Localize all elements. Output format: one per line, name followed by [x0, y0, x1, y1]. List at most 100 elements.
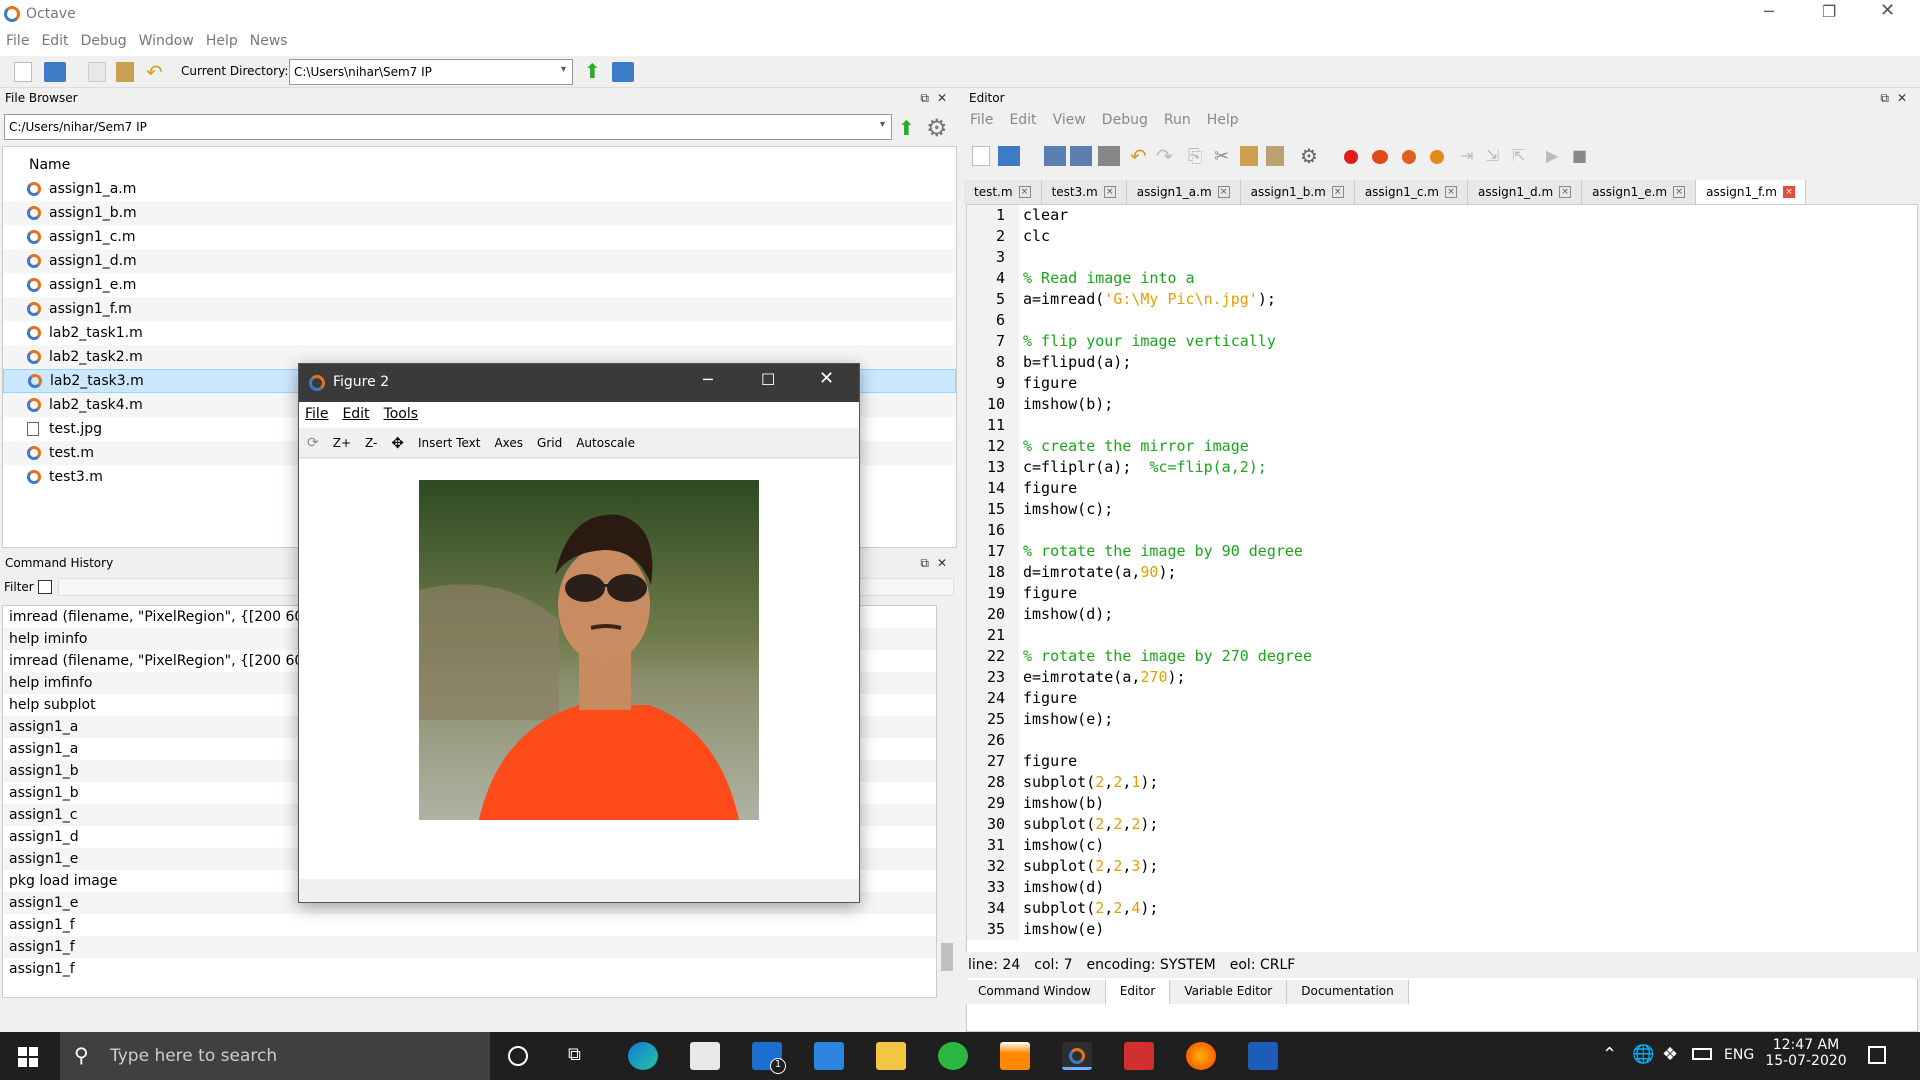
zoom-out-button[interactable]: Z-: [365, 436, 377, 450]
photos-icon[interactable]: [814, 1042, 844, 1070]
firefox-icon[interactable]: [1186, 1042, 1216, 1070]
tab-close-icon[interactable]: ×: [1018, 186, 1031, 198]
parent-dir-icon[interactable]: ⬆: [584, 61, 601, 81]
filter-checkbox[interactable]: [38, 580, 52, 594]
pane-controls[interactable]: ⧉✕: [920, 91, 955, 107]
battery-icon[interactable]: [1692, 1048, 1712, 1060]
grid-button[interactable]: Grid: [537, 436, 562, 450]
clear-breakpoints-icon[interactable]: [1430, 150, 1444, 164]
name-column-header[interactable]: Name: [3, 147, 956, 177]
dock-tab[interactable]: Editor: [1105, 980, 1171, 1004]
editor-menu-item[interactable]: File: [970, 112, 993, 128]
dropbox-icon[interactable]: ❖: [1662, 1044, 1678, 1065]
vlc-icon[interactable]: [1000, 1042, 1030, 1070]
figure-menu-item[interactable]: File: [305, 406, 328, 422]
dock-tab[interactable]: Command Window: [964, 980, 1106, 1004]
minimize-icon[interactable]: ─: [703, 370, 713, 389]
notifications-icon[interactable]: [1868, 1046, 1886, 1064]
insert-text-button[interactable]: Insert Text: [418, 436, 481, 450]
tab-close-icon[interactable]: ×: [1783, 186, 1795, 198]
close-icon[interactable]: ✕: [1880, 0, 1895, 21]
breakpoint-icon[interactable]: [1344, 150, 1358, 164]
menu-edit[interactable]: Edit: [35, 30, 74, 52]
stop-icon[interactable]: ■: [1572, 146, 1594, 166]
gear-icon[interactable]: ⚙: [926, 114, 948, 142]
menu-window[interactable]: Window: [133, 30, 200, 52]
menu-debug[interactable]: Debug: [75, 30, 133, 52]
tab-close-icon[interactable]: ×: [1103, 186, 1116, 198]
cortana-icon[interactable]: [508, 1046, 528, 1066]
redo-icon[interactable]: ↷: [1156, 146, 1178, 166]
pane-controls[interactable]: ⧉✕: [1880, 91, 1915, 107]
dock-tab[interactable]: Variable Editor: [1170, 980, 1288, 1004]
tab-close-icon[interactable]: ×: [1673, 186, 1686, 198]
dock-tab[interactable]: Documentation: [1287, 980, 1409, 1004]
history-item[interactable]: assign1_f: [3, 936, 936, 958]
menu-help[interactable]: Help: [200, 30, 244, 52]
editor-menu-item[interactable]: View: [1053, 112, 1086, 128]
settings-gear-icon[interactable]: ⚙: [1300, 146, 1322, 166]
menu-news[interactable]: News: [244, 30, 294, 52]
menu-file[interactable]: File: [0, 30, 35, 52]
scrollbar-thumb[interactable]: [941, 943, 953, 971]
open-folder-icon[interactable]: [44, 62, 66, 82]
code-area[interactable]: 1 clear 2 clc 3 4% Read image into a 5 a=imread…: [966, 204, 1918, 1032]
cut-icon[interactable]: ✂: [1214, 146, 1236, 167]
file-row[interactable]: assign1_a.m: [3, 177, 956, 201]
windows-start-icon[interactable]: [18, 1047, 38, 1067]
whatsapp-icon[interactable]: [938, 1042, 968, 1070]
file-row[interactable]: assign1_d.m: [3, 249, 956, 273]
editor-menu-item[interactable]: Help: [1207, 112, 1239, 128]
file-explorer-icon[interactable]: [876, 1042, 906, 1070]
browse-dir-icon[interactable]: [612, 62, 634, 82]
editor-tab[interactable]: assign1_d.m ×: [1467, 180, 1583, 204]
new-file-icon[interactable]: [972, 146, 990, 166]
figure-menu-item[interactable]: Tools: [384, 406, 419, 422]
find-icon[interactable]: [1266, 146, 1284, 166]
save-as-icon[interactable]: [1070, 146, 1092, 166]
parent-dir-icon[interactable]: ⬆: [898, 116, 915, 140]
file-row[interactable]: assign1_f.m: [3, 297, 956, 321]
pane-controls[interactable]: ⧉✕: [920, 556, 955, 572]
undo-icon[interactable]: ↶: [1130, 146, 1152, 166]
paste-icon[interactable]: [116, 62, 134, 82]
editor-tab[interactable]: assign1_c.m ×: [1354, 180, 1468, 204]
axes-button[interactable]: Axes: [494, 436, 523, 450]
continue-icon[interactable]: ▶: [1546, 146, 1568, 166]
step-in-icon[interactable]: ⇲: [1486, 146, 1508, 166]
undo-icon[interactable]: ↶: [146, 62, 168, 82]
clock[interactable]: 12:47 AM 15-07-2020: [1764, 1037, 1848, 1069]
paste-icon[interactable]: [1240, 146, 1258, 166]
editor-tab[interactable]: test3.m ×: [1041, 180, 1127, 204]
network-icon[interactable]: 🌐: [1632, 1044, 1654, 1065]
editor-menu-item[interactable]: Edit: [1009, 112, 1036, 128]
file-row[interactable]: lab2_task1.m: [3, 321, 956, 345]
figure-menu-item[interactable]: Edit: [342, 406, 369, 422]
chevron-up-icon[interactable]: ⌃: [1602, 1044, 1617, 1065]
editor-tab[interactable]: assign1_f.m ×: [1696, 180, 1806, 204]
editor-tab[interactable]: assign1_b.m ×: [1240, 180, 1355, 204]
save-icon[interactable]: [1044, 146, 1066, 166]
history-item[interactable]: assign1_f: [3, 958, 936, 980]
next-breakpoint-icon[interactable]: [1402, 150, 1416, 164]
zoom-in-button[interactable]: Z+: [333, 436, 351, 450]
file-row[interactable]: assign1_e.m: [3, 273, 956, 297]
prev-breakpoint-icon[interactable]: [1372, 150, 1388, 164]
language-indicator[interactable]: ENG: [1724, 1047, 1754, 1063]
step-out-icon[interactable]: ⇱: [1512, 146, 1534, 166]
rotate-icon[interactable]: ⟳: [307, 435, 319, 451]
tab-close-icon[interactable]: ×: [1331, 186, 1344, 198]
editor-menu-item[interactable]: Run: [1164, 112, 1191, 128]
print-icon[interactable]: [1098, 146, 1120, 166]
word-icon[interactable]: [1248, 1042, 1278, 1070]
task-view-icon[interactable]: ⧉: [568, 1044, 581, 1065]
mail-icon[interactable]: 1: [752, 1042, 786, 1074]
store-icon[interactable]: [690, 1042, 720, 1070]
octave-taskbar-icon[interactable]: [1062, 1042, 1092, 1070]
current-dir-combobox[interactable]: C:\Users\nihar\Sem7 IP ▾: [289, 59, 573, 85]
editor-tab[interactable]: test.m ×: [964, 180, 1042, 204]
copy-icon[interactable]: [88, 62, 106, 82]
edge-icon[interactable]: [628, 1042, 658, 1070]
figure-canvas[interactable]: [299, 459, 859, 879]
tab-close-icon[interactable]: ×: [1559, 186, 1572, 198]
